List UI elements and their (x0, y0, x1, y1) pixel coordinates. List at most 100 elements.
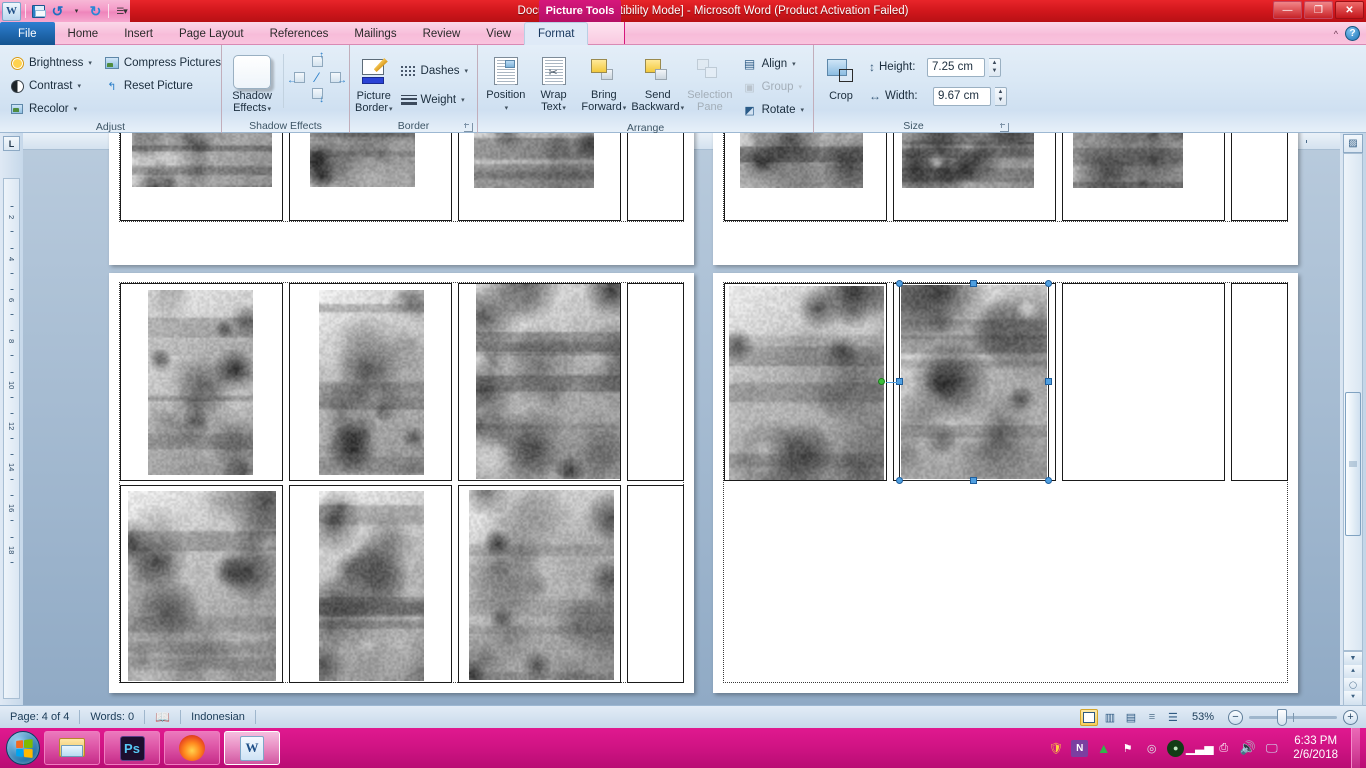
resize-handle-s[interactable] (970, 477, 977, 484)
tab-stop-selector[interactable]: L (3, 136, 20, 151)
customize-qat-icon[interactable]: ☰▾ (113, 3, 130, 20)
brightness-button[interactable]: Brightness ▾ (5, 52, 96, 74)
photo-four-hijab-id[interactable] (128, 491, 276, 681)
zoom-slider[interactable]: − + (1220, 708, 1366, 726)
photo-two-hijab[interactable] (1073, 133, 1183, 188)
tab-format[interactable]: Format (524, 22, 589, 45)
start-button[interactable] (6, 731, 40, 765)
tab-home[interactable]: Home (55, 23, 112, 45)
size-dialog-launcher[interactable] (1000, 123, 1009, 132)
position-button[interactable]: Position ▾ (483, 51, 529, 115)
tab-mailings[interactable]: Mailings (341, 23, 409, 45)
resize-handle-se[interactable] (1045, 477, 1052, 484)
zoom-thumb[interactable] (1277, 708, 1287, 726)
smadav-icon[interactable]: ● (1167, 739, 1185, 757)
chevron-down-icon[interactable]: ▾ (623, 105, 627, 112)
view-print-layout-button[interactable] (1079, 708, 1098, 726)
tab-insert[interactable]: Insert (111, 23, 166, 45)
vertical-ruler[interactable]: 2 4 6 8 10 12 14 16 18 (3, 178, 20, 699)
photo-group-peace[interactable] (148, 290, 253, 475)
proofing-status[interactable]: 📖 (145, 706, 180, 729)
group-button[interactable]: ▣ Group ▾ (738, 76, 808, 98)
taskbar-photoshop[interactable]: Ps (104, 731, 160, 765)
word-logo-icon[interactable]: W (2, 1, 21, 21)
send-backward-button[interactable]: Send Backward▾ (631, 51, 684, 115)
table-cell[interactable] (724, 133, 887, 221)
chevron-down-icon[interactable]: ▾ (792, 60, 796, 68)
zoom-level[interactable]: 53% (1190, 706, 1220, 729)
selection-pane-button[interactable]: Selection Pane (686, 51, 733, 113)
compress-pictures-button[interactable]: Compress Pictures (100, 52, 225, 74)
table-cell[interactable] (458, 133, 621, 221)
view-web-layout-button[interactable]: ▤ (1122, 709, 1140, 726)
height-input[interactable]: 7.25 cm (927, 57, 985, 77)
chevron-down-icon[interactable]: ▾ (74, 105, 78, 113)
idm-icon[interactable]: ◎ (1143, 740, 1160, 757)
align-button[interactable]: ▤ Align ▾ (738, 53, 808, 75)
table-cell[interactable] (458, 283, 621, 481)
shadow-onoff-button[interactable]: ⁄ (308, 69, 326, 85)
photo-three-hijab[interactable] (476, 284, 620, 479)
close-button[interactable]: ✕ (1335, 1, 1364, 19)
table-cell[interactable] (893, 133, 1056, 221)
tab-page-layout[interactable]: Page Layout (166, 23, 257, 45)
border-dialog-launcher[interactable] (464, 123, 473, 132)
shadow-effects-button[interactable]: Shadow Effects▾ (227, 52, 277, 116)
undo-dropdown-icon[interactable]: ▾ (68, 3, 85, 20)
nudge-up-button[interactable]: ↑ (308, 50, 326, 69)
chevron-down-icon[interactable]: ▾ (799, 83, 803, 91)
zoom-out-button[interactable]: − (1228, 709, 1243, 725)
photo-glasses-banner[interactable] (474, 133, 594, 188)
network-icon[interactable]: ▁▃▅ (1186, 740, 1214, 757)
table-cell[interactable] (289, 133, 452, 221)
height-spin-up[interactable]: ▲ (989, 59, 1000, 68)
view-full-screen-reading-button[interactable]: ▥ (1101, 709, 1119, 726)
vertical-scrollbar-track[interactable] (1343, 153, 1363, 651)
photo-bus-group-selected[interactable] (901, 285, 1047, 479)
table-cell[interactable] (627, 133, 684, 221)
help-icon[interactable]: ? (1345, 26, 1360, 41)
width-stepper[interactable]: ▲ ▼ (995, 86, 1007, 106)
chevron-down-icon[interactable]: ▾ (505, 105, 509, 112)
width-spin-down[interactable]: ▼ (995, 96, 1006, 105)
object-browser-top-icon[interactable]: ▨ (1343, 134, 1363, 153)
chevron-down-icon[interactable]: ▾ (389, 106, 393, 113)
view-draft-button[interactable]: ☰ (1164, 709, 1182, 726)
photo-portrait-uniform[interactable] (132, 133, 272, 187)
scroll-down-button[interactable]: ▼ (1343, 651, 1363, 666)
word-count[interactable]: Words: 0 (80, 706, 144, 729)
photo-group-checkered[interactable] (310, 133, 415, 187)
selected-picture-frame[interactable] (878, 280, 1052, 484)
chevron-down-icon[interactable]: ▾ (77, 82, 81, 90)
width-input[interactable]: 9.67 cm (933, 86, 991, 106)
table-cell[interactable] (1062, 133, 1225, 221)
flag-action-center-icon[interactable]: ⚑ (1119, 740, 1136, 757)
resize-handle-nw[interactable] (896, 280, 903, 287)
resize-handle-sw[interactable] (896, 477, 903, 484)
reset-picture-button[interactable]: ↰ Reset Picture (100, 75, 225, 97)
photo-indoor-selfie[interactable] (319, 290, 424, 475)
table-cell[interactable] (627, 485, 684, 683)
taskbar-file-explorer[interactable] (44, 731, 100, 765)
resize-handle-e[interactable] (1045, 378, 1052, 385)
rotate-handle[interactable] (878, 378, 885, 385)
crop-button[interactable]: Crop (819, 52, 863, 102)
zoom-in-button[interactable]: + (1343, 709, 1358, 725)
wrap-text-button[interactable]: ✂ Wrap Text▾ (531, 51, 577, 115)
weight-button[interactable]: Weight ▾ (397, 89, 473, 111)
save-icon[interactable] (30, 3, 47, 20)
photo-outdoor-group[interactable] (740, 133, 863, 188)
table-cell[interactable] (1062, 283, 1225, 481)
recolor-button[interactable]: Recolor ▾ (5, 98, 96, 120)
document-viewport[interactable]: 246810121416182022242628 ⌇ ⌇ (23, 133, 1340, 705)
vertical-scrollbar-thumb[interactable] (1345, 392, 1361, 536)
undo-icon[interactable]: ↺ (49, 3, 66, 20)
tab-view[interactable]: View (473, 23, 524, 45)
height-spin-down[interactable]: ▼ (989, 67, 1000, 76)
table-cell[interactable] (627, 283, 684, 481)
bring-forward-button[interactable]: Bring Forward▾ (578, 51, 629, 115)
table-cell[interactable] (458, 485, 621, 683)
tab-review[interactable]: Review (410, 23, 474, 45)
table-cell[interactable] (289, 485, 452, 683)
restore-button[interactable]: ❐ (1304, 1, 1333, 19)
